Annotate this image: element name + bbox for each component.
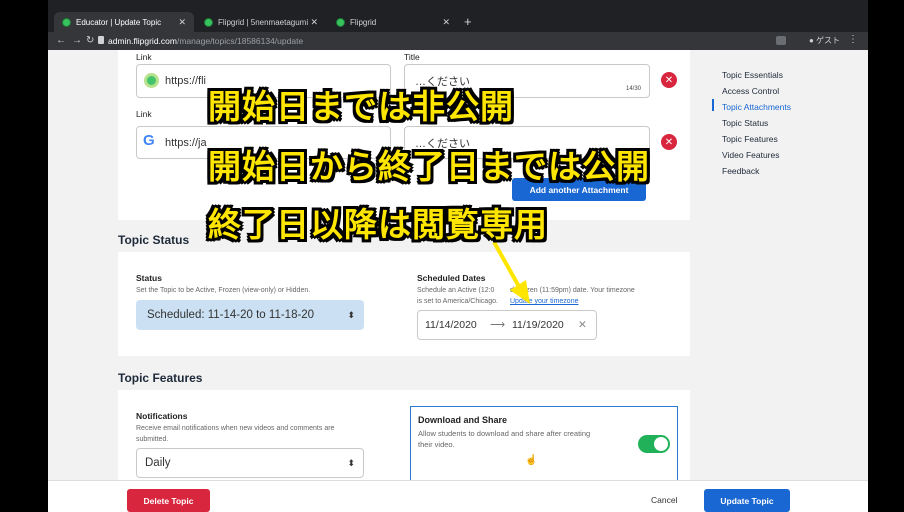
translate-icon[interactable] <box>776 36 786 45</box>
address-bar: ← → ↻ admin.flipgrid.com/manage/topics/1… <box>48 32 868 50</box>
flipgrid-link-icon <box>144 73 159 88</box>
end-date: 11/19/2020 <box>512 319 564 331</box>
status-value: Scheduled: 11-14-20 to 11-18-20 <box>147 309 315 321</box>
status-help: Set the Topic to be Active, Frozen (view… <box>136 287 311 294</box>
forward-icon[interactable]: → <box>72 35 82 46</box>
flipgrid-favicon-icon <box>62 17 71 27</box>
annotation-arrow <box>492 241 530 304</box>
sidebar-item-topic-attachments[interactable]: Topic Attachments <box>722 102 791 112</box>
profile-label: ゲスト <box>816 36 840 45</box>
caption-line-1: 開始日までは非公開 <box>208 87 514 126</box>
close-tab-icon[interactable]: ✕ <box>178 17 186 28</box>
select-arrows-icon: ⬍ <box>347 309 355 320</box>
title-label: Title <box>404 52 420 62</box>
link-label: Link <box>136 52 152 62</box>
tab-title: Flipgrid <box>350 17 377 27</box>
tab-title: Flipgrid | 5nenmaetagumi <box>218 17 309 27</box>
sidebar-item-feedback[interactable]: Feedback <box>722 166 759 176</box>
close-tab-icon[interactable]: ✕ <box>442 17 450 28</box>
update-topic-button[interactable]: Update Topic <box>704 489 790 512</box>
select-arrows-icon: ⬍ <box>347 457 355 468</box>
flipgrid-favicon-icon <box>336 17 345 27</box>
google-link-icon: G <box>143 132 155 149</box>
clear-dates-icon[interactable]: ✕ <box>578 319 587 331</box>
dates-help-1: Schedule an Active (12:0 <box>417 287 495 294</box>
link-value: https://fli <box>165 75 206 87</box>
date-range-input[interactable]: 11/14/2020 ⟶ 11/19/2020 ✕ <box>417 310 597 340</box>
topic-features-heading: Topic Features <box>118 371 203 385</box>
sidebar-item-topic-features[interactable]: Topic Features <box>722 134 778 144</box>
caption-line-2: 開始日から終了日までは公開 <box>208 147 650 186</box>
status-label: Status <box>136 273 162 283</box>
browser-window: Educator | Update Topic ✕ Flipgrid | 5ne… <box>48 0 868 512</box>
notifications-select[interactable]: Daily ⬍ <box>136 448 364 478</box>
url-field[interactable]: admin.flipgrid.com/manage/topics/1858613… <box>108 36 303 46</box>
sidebar-item-topic-essentials[interactable]: Topic Essentials <box>722 70 783 80</box>
url-host: admin.flipgrid.com <box>108 36 177 46</box>
notifications-label: Notifications <box>136 411 188 421</box>
attachments-card: Link Title https://fli …ください 14/30 ✕ Lin… <box>118 50 690 220</box>
download-share-option[interactable]: Download and Share Allow students to dow… <box>410 406 678 482</box>
tab-educator[interactable]: Educator | Update Topic ✕ <box>54 12 194 32</box>
delete-topic-button[interactable]: Delete Topic <box>127 489 210 512</box>
sidebar-item-video-features[interactable]: Video Features <box>722 150 780 160</box>
cancel-button[interactable]: Cancel <box>651 495 677 505</box>
reload-icon[interactable]: ↻ <box>86 35 94 46</box>
notifications-value: Daily <box>145 457 171 469</box>
close-tab-icon[interactable]: ✕ <box>310 17 318 28</box>
tab-flipgrid[interactable]: Flipgrid ✕ <box>328 12 458 32</box>
start-date: 11/14/2020 <box>425 319 477 331</box>
new-tab-icon[interactable]: + <box>464 14 472 29</box>
menu-icon[interactable]: ⋮ <box>848 34 858 45</box>
char-counter: 14/30 <box>625 86 641 92</box>
topic-status-heading: Topic Status <box>118 233 190 247</box>
arrow-right-icon: ⟶ <box>490 319 506 331</box>
sidebar-item-topic-status[interactable]: Topic Status <box>722 118 768 128</box>
hand-cursor-icon: ☝ <box>525 455 538 466</box>
window-top <box>48 0 868 10</box>
link-label: Link <box>136 109 152 119</box>
link-value: https://ja <box>165 136 207 149</box>
back-icon[interactable]: ← <box>56 35 66 46</box>
tab-title: Educator | Update Topic <box>76 17 162 27</box>
topic-features-card: Notifications Receive email notification… <box>118 390 690 482</box>
download-share-toggle[interactable] <box>638 435 670 453</box>
tab-flipgrid-group[interactable]: Flipgrid | 5nenmaetagumi ✕ <box>196 12 326 32</box>
url-path: /manage/topics/18586134/update <box>176 36 304 46</box>
topic-status-card: Status Set the Topic to be Active, Froze… <box>118 252 690 356</box>
toggle-knob <box>654 437 668 451</box>
lock-icon <box>98 36 104 44</box>
flipgrid-favicon-icon <box>204 17 213 27</box>
sidebar-item-access-control[interactable]: Access Control <box>722 86 779 96</box>
tab-bar: Educator | Update Topic ✕ Flipgrid | 5ne… <box>48 10 868 32</box>
sidebar-active-marker <box>712 99 714 111</box>
scheduled-dates-label: Scheduled Dates <box>417 273 486 283</box>
remove-attachment-icon[interactable]: ✕ <box>661 134 677 150</box>
status-select[interactable]: Scheduled: 11-14-20 to 11-18-20 ⬍ <box>136 300 364 330</box>
notifications-help: Receive email notifications when new vid… <box>136 425 335 443</box>
action-bar: Delete Topic Cancel Update Topic <box>48 480 868 512</box>
download-share-help: Allow students to download and share aft… <box>418 429 591 449</box>
caption-line-3: 終了日以降は閲覧専用 <box>208 205 548 244</box>
profile-button[interactable]: ● ゲスト <box>809 35 840 46</box>
download-share-title: Download and Share <box>418 415 508 425</box>
remove-attachment-icon[interactable]: ✕ <box>661 72 677 88</box>
